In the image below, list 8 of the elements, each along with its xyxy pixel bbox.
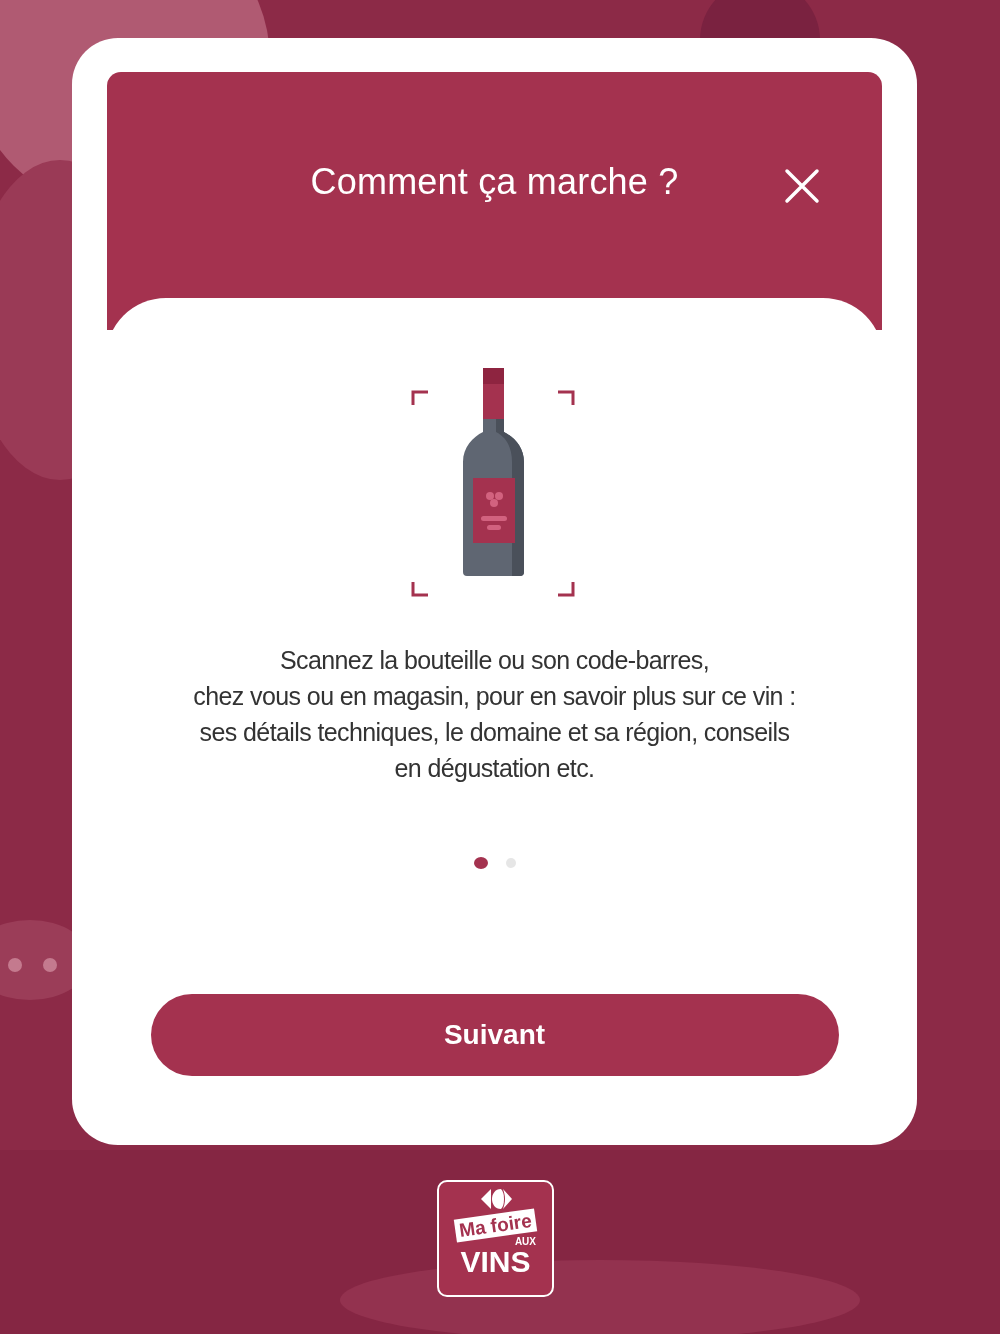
logo-text: VINS <box>460 1247 531 1277</box>
page-dot[interactable] <box>473 857 488 869</box>
next-button[interactable]: Suivant <box>150 994 839 1076</box>
page-dot[interactable] <box>505 858 516 868</box>
description-text: Scannez la bouteille ou son code-barres, chez vous ou en magasin, pour en savoir plus sur ce vin : ses détails techniques, le domaine et sa région, conseils en dégustation etc. <box>193 645 796 784</box>
close-icon <box>784 168 820 204</box>
close-button[interactable] <box>784 168 820 204</box>
dialog-title: Comment ça marche ? <box>310 160 679 204</box>
